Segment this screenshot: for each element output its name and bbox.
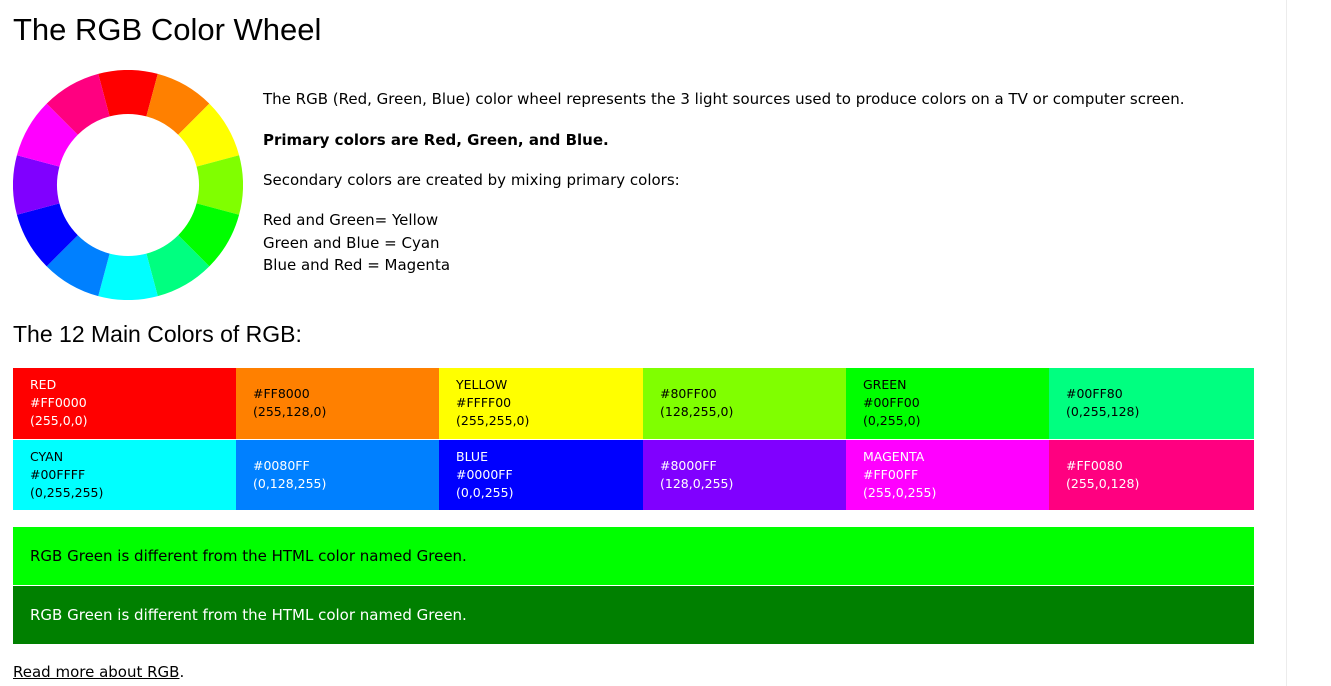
color-hex: #00FFFF (30, 466, 86, 482)
read-more-link[interactable]: Read more about RGB (13, 663, 179, 681)
color-hex: #FFFF00 (456, 395, 512, 411)
color-cell: #FF0080 (255,0,128) (1049, 439, 1254, 511)
color-cell: #FF8000 (255,128,0) (236, 368, 439, 440)
color-hex: #00FF00 (863, 395, 920, 411)
color-hex: #00FF80 (1066, 386, 1123, 402)
color-hex: #FF0000 (30, 395, 87, 411)
mixing-list: Red and Green= Yellow Green and Blue = C… (263, 209, 450, 277)
color-cell: CYAN #00FFFF (0,255,255) (13, 439, 236, 511)
intro-paragraph: The RGB (Red, Green, Blue) color wheel r… (263, 90, 1185, 108)
color-rgb: (255,0,0) (30, 413, 88, 429)
note-html-green: RGB Green is different from the HTML col… (13, 586, 1254, 644)
color-hex: #0000FF (456, 466, 513, 482)
color-name: BLUE (456, 448, 488, 464)
color-rgb: (128,255,0) (660, 404, 734, 420)
color-name: MAGENTA (863, 448, 925, 464)
main-colors-table: RED #FF0000 (255,0,0) #FF8000 (255,128,0) YEL… (13, 368, 1254, 511)
color-hex: #FF0080 (1066, 457, 1123, 473)
color-rgb: (0,0,255) (456, 484, 514, 500)
page-divider (1286, 0, 1287, 686)
color-row: CYAN #00FFFF (0,255,255) #0080FF (0,128,255)… (13, 439, 1254, 511)
color-name: YELLOW (456, 377, 508, 393)
mix-blue-red: Blue and Red = Magenta (263, 256, 451, 274)
color-rgb: (0,255,0) (863, 413, 921, 429)
primary-colors-statement: Primary colors are Red, Green, and Blue. (263, 131, 609, 149)
color-cell: BLUE #0000FF (0,0,255) (439, 439, 643, 511)
color-rgb: (255,0,128) (1066, 475, 1140, 491)
read-more: Read more about RGB. (13, 663, 184, 681)
color-rgb: (0,128,255) (253, 475, 327, 491)
color-rgb: (128,0,255) (660, 475, 734, 491)
mix-red-green: Red and Green= Yellow (263, 211, 439, 229)
color-row: RED #FF0000 (255,0,0) #FF8000 (255,128,0) YEL… (13, 368, 1254, 440)
read-more-suffix: . (179, 663, 185, 681)
color-cell: MAGENTA #FF00FF (255,0,255) (846, 439, 1049, 511)
color-cell: #80FF00 (128,255,0) (643, 368, 846, 440)
color-cell: RED #FF0000 (255,0,0) (13, 368, 236, 440)
color-cell: GREEN #00FF00 (0,255,0) (846, 368, 1049, 440)
color-hex: #8000FF (660, 457, 717, 473)
color-name: RED (30, 377, 57, 393)
color-hex: #0080FF (253, 457, 310, 473)
color-rgb: (255,255,0) (456, 413, 530, 429)
color-cell: #8000FF (128,0,255) (643, 439, 846, 511)
mix-green-blue: Green and Blue = Cyan (263, 233, 440, 252)
color-rgb: (255,128,0) (253, 404, 327, 420)
color-hex: #FF8000 (253, 386, 310, 402)
section-title: The 12 Main Colors of RGB: (13, 321, 302, 347)
color-rgb: (0,255,255) (30, 484, 104, 500)
color-name: GREEN (863, 377, 907, 393)
secondary-colors-intro: Secondary colors are created by mixing p… (263, 171, 680, 189)
color-cell: #00FF80 (0,255,128) (1049, 368, 1254, 440)
page-title: The RGB Color Wheel (13, 12, 322, 47)
rgb-color-wheel (13, 70, 243, 300)
color-hex: #FF00FF (863, 466, 919, 482)
color-rgb: (0,255,128) (1066, 404, 1140, 420)
color-cell: #0080FF (0,128,255) (236, 439, 439, 511)
color-cell: YELLOW #FFFF00 (255,255,0) (439, 368, 643, 440)
color-rgb: (255,0,255) (863, 484, 937, 500)
note-rgb-green: RGB Green is different from the HTML col… (13, 527, 1254, 585)
color-name: CYAN (30, 448, 64, 464)
color-hex: #80FF00 (660, 386, 717, 402)
